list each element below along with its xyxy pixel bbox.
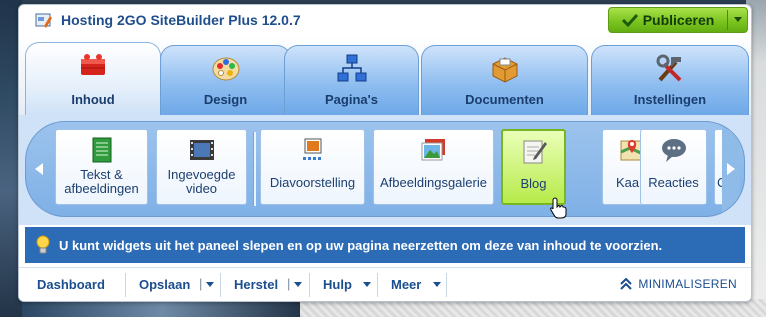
tab-label: Design	[203, 92, 248, 107]
info-bar: U kunt widgets uit het paneel slepen en …	[25, 227, 745, 263]
hulp-menu[interactable]: Hulp	[323, 277, 352, 292]
notepad-pencil-icon	[523, 140, 547, 164]
widget-diavoorstelling[interactable]: Diavoorstelling	[260, 129, 365, 205]
herstel-dropdown-icon[interactable]	[294, 282, 302, 287]
meer-dropdown-icon[interactable]	[433, 282, 441, 287]
toolbar-separator	[220, 273, 221, 297]
herstel-button[interactable]: Herstel	[234, 277, 278, 292]
tab-label: Documenten	[465, 92, 544, 107]
tab-label: Pagina's	[325, 92, 378, 107]
palette-icon	[212, 57, 239, 81]
meer-menu[interactable]: Meer	[391, 277, 421, 292]
title-bar: Hosting 2GO SiteBuilder Plus 12.0.7 Publ…	[19, 5, 751, 35]
minimize-label: MINIMALISEREN	[638, 277, 737, 291]
slideshow-icon	[302, 138, 321, 160]
tab-label: Inhoud	[71, 92, 115, 107]
scroll-left-button[interactable]	[30, 122, 48, 216]
toolbar-pipe: |	[199, 276, 203, 291]
widget-tekst-afbeeldingen[interactable]: Tekst & afbeeldingen	[55, 129, 148, 205]
film-icon	[189, 140, 214, 160]
chevron-right-icon	[727, 163, 735, 175]
tab-design[interactable]: Design	[160, 45, 291, 115]
publish-dropdown-button[interactable]	[728, 8, 748, 32]
widget-label: Reacties	[648, 175, 699, 190]
widget-blog[interactable]: Blog	[501, 129, 566, 205]
double-chevron-up-icon	[620, 278, 633, 290]
widget-label: Blog	[520, 176, 547, 191]
widget-label: Afbeeldingsgalerie	[380, 175, 487, 190]
sitebuilder-panel: Hosting 2GO SiteBuilder Plus 12.0.7 Publ…	[18, 4, 752, 302]
widget-label: Diavoorstelling	[269, 175, 356, 190]
app-logo-icon	[35, 13, 52, 28]
toolbar-separator	[309, 273, 310, 297]
sitemap-icon	[337, 54, 366, 82]
toolbar-separator	[125, 273, 126, 297]
tab-label: Instellingen	[633, 92, 707, 107]
tab-instellingen[interactable]: Instellingen	[591, 45, 749, 115]
app-title: Hosting 2GO SiteBuilder Plus 12.0.7	[61, 12, 301, 28]
bricks-icon	[81, 54, 105, 75]
widget-panel: Tekst & afbeeldingen Ingevoegde video Di…	[19, 115, 751, 225]
info-text: U kunt widgets uit het paneel slepen en …	[59, 237, 663, 253]
text-document-icon	[92, 137, 111, 163]
widget-divider	[253, 132, 256, 206]
widget-reacties[interactable]: Reacties	[640, 129, 707, 205]
speech-bubble-icon	[661, 139, 686, 162]
publish-main[interactable]: Publiceren	[609, 8, 727, 32]
minimize-button[interactable]: MINIMALISEREN	[620, 277, 737, 291]
bottom-toolbar: Dashboard Opslaan | Herstel | Hulp Meer …	[19, 267, 751, 301]
box-icon	[492, 57, 517, 83]
toolbar-pipe: |	[287, 276, 291, 291]
lightbulb-icon	[36, 235, 50, 254]
publish-label: Publiceren	[642, 12, 715, 28]
toolbar-separator	[377, 273, 378, 297]
gallery-icon	[421, 139, 445, 161]
opslaan-dropdown-icon[interactable]	[206, 282, 214, 287]
dashboard-link[interactable]: Dashboard	[37, 277, 105, 292]
widget-afbeeldingsgalerie[interactable]: Afbeeldingsgalerie	[373, 129, 494, 205]
tab-documenten[interactable]: Documenten	[421, 45, 588, 115]
tab-strip: Inhoud Design Pagina's Documenten Instel…	[19, 35, 751, 115]
tab-paginas[interactable]: Pagina's	[284, 45, 419, 115]
hulp-dropdown-icon[interactable]	[363, 282, 371, 287]
tab-inhoud[interactable]: Inhoud	[25, 42, 161, 115]
checkmark-icon	[621, 13, 638, 27]
scroll-right-button[interactable]	[722, 122, 740, 216]
chevron-down-icon	[734, 17, 742, 22]
hand-cursor-icon	[550, 197, 567, 219]
widget-label: Tekst & afbeeldingen	[64, 167, 139, 196]
widget-label: Ingevoegde video	[167, 167, 236, 196]
toolbar-separator	[446, 273, 447, 297]
widget-carousel: Tekst & afbeeldingen Ingevoegde video Di…	[25, 121, 745, 217]
widget-ingevoegde-video[interactable]: Ingevoegde video	[156, 129, 247, 205]
opslaan-button[interactable]: Opslaan	[139, 277, 190, 292]
tools-icon	[656, 54, 682, 82]
publish-button[interactable]: Publiceren	[608, 7, 748, 33]
chevron-left-icon	[35, 163, 43, 175]
